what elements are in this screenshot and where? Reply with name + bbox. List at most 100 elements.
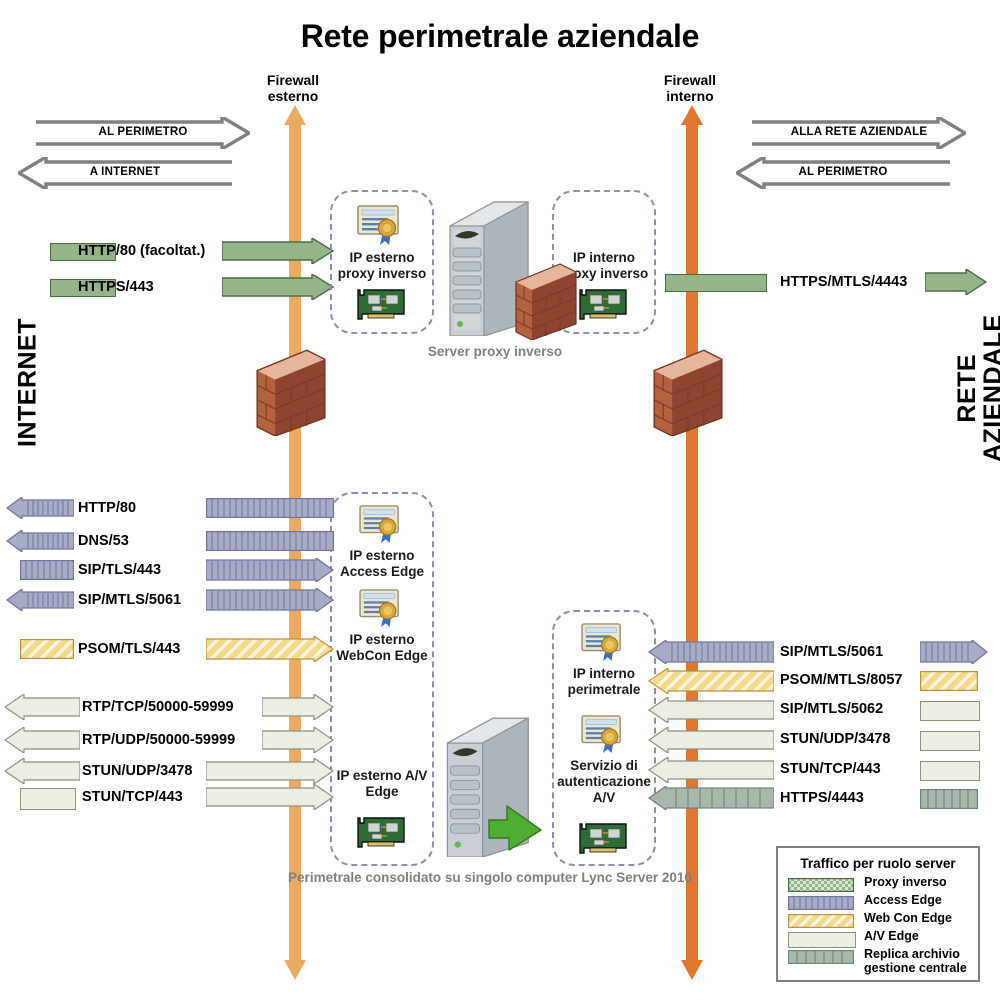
legend-title: Traffico per ruolo server xyxy=(800,856,956,871)
label-dns-53: DNS/53 xyxy=(78,533,129,549)
arrow-alla-rete-aziendale-label: ALLA RETE AZIENDALE xyxy=(790,126,928,138)
swatch-psom-tls-443 xyxy=(20,639,74,659)
firewall-brick-interno-icon xyxy=(649,348,727,441)
green-arrow-icon xyxy=(487,800,543,859)
certificate-icon xyxy=(580,714,626,759)
legend-label-replica: Replica archivio gestione centrale xyxy=(864,947,967,975)
legend-item-access-edge: Access Edge xyxy=(788,893,970,912)
network-card-icon xyxy=(354,816,406,855)
arrow-al-perimetro-right: AL PERIMETRO xyxy=(733,154,950,192)
zone-label-servizio-autenticazione-av: Servizio di autenticazione A/V xyxy=(557,758,651,806)
legend-label-av-edge: A/V Edge xyxy=(864,929,919,943)
label-stun-tcp-443-right: STUN/TCP/443 xyxy=(780,761,881,777)
certificate-icon xyxy=(580,622,626,667)
endbar-stun-udp-3478 xyxy=(920,731,980,751)
swatch-rtp-udp xyxy=(3,725,81,755)
bar-https-4443 xyxy=(647,784,775,812)
bar-https-mtls-4443-right xyxy=(924,267,988,297)
zone-edge-esterno: IP esterno Access Edge IP esterno WebCon… xyxy=(330,492,434,866)
endbar-https-4443 xyxy=(920,789,978,809)
label-sip-mtls-5061-right: SIP/MTLS/5061 xyxy=(780,644,884,660)
side-label-internet: INTERNET xyxy=(13,318,42,447)
zone-label-ip-esterno-av-edge: IP esterno A/V Edge xyxy=(336,768,428,800)
diagram-canvas: Rete perimetrale aziendale INTERNET RETE… xyxy=(0,0,1000,1000)
swatch-dns-53 xyxy=(5,528,75,554)
legend-label-access-edge: Access Edge xyxy=(864,893,942,907)
caption-edge-server: Perimetrale consolidato su singolo compu… xyxy=(288,870,692,885)
zone-edge-interno: IP interno perimetrale Servizio di auten… xyxy=(552,610,656,866)
legend: Traffico per ruolo server Proxy inverso xyxy=(776,846,980,982)
firewall-interno-label: Firewall interno xyxy=(663,72,717,105)
zone-label-ip-esterno-proxy-inverso: IP esterno proxy inverso xyxy=(337,250,427,282)
network-card-icon xyxy=(576,288,628,327)
bar-psom-mtls-8057 xyxy=(647,666,775,696)
swatch-sip-mtls-5061 xyxy=(5,587,75,613)
network-card-icon xyxy=(354,288,406,327)
bar-sip-tls-443 xyxy=(205,556,335,584)
bar-sip-mtls-5061 xyxy=(205,586,335,614)
caption-reverse-proxy-server: Server proxy inverso xyxy=(427,344,563,359)
label-sip-tls-443: SIP/TLS/443 xyxy=(78,562,162,578)
label-stun-udp: STUN/UDP/3478 xyxy=(82,763,193,779)
label-stun-tcp: STUN/TCP/443 xyxy=(82,789,183,805)
label-sip-mtls-5061: SIP/MTLS/5061 xyxy=(78,592,182,608)
swatch-http-80 xyxy=(5,495,75,521)
label-https-443: HTTPS/443 xyxy=(78,279,154,295)
legend-swatch-replica xyxy=(788,950,855,965)
zone-label-ip-esterno-webcon-edge: IP esterno WebCon Edge xyxy=(336,632,428,664)
zone-label-ip-esterno-access-edge: IP esterno Access Edge xyxy=(339,548,425,580)
arrow-al-perimetro-left-label: AL PERIMETRO xyxy=(98,126,188,138)
legend-item-av-edge: A/V Edge xyxy=(788,929,970,948)
side-label-rete-aziendale: RETE AZIENDALE xyxy=(952,314,1000,463)
arrow-alla-rete-aziendale: ALLA RETE AZIENDALE xyxy=(752,114,969,152)
legend-swatch-access-edge xyxy=(788,896,855,911)
bar-https-mtls-4443-left xyxy=(665,274,767,292)
firewall-esterno-label: Firewall esterno xyxy=(266,72,320,105)
arrow-al-perimetro-right-label: AL PERIMETRO xyxy=(798,166,888,178)
certificate-icon xyxy=(358,588,404,633)
arrow-a-internet-left: A INTERNET xyxy=(15,154,232,192)
swatch-stun-udp xyxy=(3,756,81,786)
label-rtp-udp: RTP/UDP/50000-59999 xyxy=(82,732,236,748)
endbar-stun-tcp-443 xyxy=(920,761,980,781)
legend-swatch-web-con-edge xyxy=(788,914,855,929)
legend-label-proxy-inverso: Proxy inverso xyxy=(864,875,947,889)
label-stun-udp-3478-right: STUN/UDP/3478 xyxy=(780,731,891,747)
legend-item-replica: Replica archivio gestione centrale xyxy=(788,947,970,976)
label-http-80-facoltat: HTTP/80 (facoltat.) xyxy=(78,243,206,259)
label-https-4443: HTTPS/4443 xyxy=(780,790,864,806)
bar-http-80-facoltat xyxy=(221,236,335,266)
bar-stun-tcp xyxy=(205,782,335,812)
endbar-psom-mtls-8057 xyxy=(920,671,978,691)
arrow-a-internet-left-label: A INTERNET xyxy=(89,166,161,178)
firewall-brick-icon xyxy=(512,262,580,345)
label-http-80: HTTP/80 xyxy=(78,500,137,516)
legend-label-web-con-edge: Web Con Edge xyxy=(864,911,952,925)
bar-sip-mtls-5061-right xyxy=(647,638,775,666)
bar-stun-udp-3478-right xyxy=(647,725,775,755)
certificate-icon xyxy=(356,204,404,251)
bar-stun-tcp-443-right xyxy=(647,755,775,785)
zone-label-ip-interno-perimetrale: IP interno perimetrale xyxy=(567,666,641,698)
label-https-mtls-4443: HTTPS/MTLS/4443 xyxy=(780,274,908,290)
bar-dns-53 xyxy=(206,531,335,551)
bar-rtp-tcp xyxy=(261,692,335,722)
swatch-stun-tcp xyxy=(20,788,76,810)
page-title: Rete perimetrale aziendale xyxy=(300,18,700,54)
bar-psom-tls-443 xyxy=(205,634,335,664)
legend-swatch-proxy-inverso xyxy=(788,878,855,893)
bar-stun-udp xyxy=(205,756,335,786)
label-sip-mtls-5062: SIP/MTLS/5062 xyxy=(780,701,884,717)
endbar-sip-mtls-5062 xyxy=(920,701,980,721)
bar-http-80 xyxy=(206,498,335,518)
bar-https-443 xyxy=(221,272,335,302)
label-rtp-tcp: RTP/TCP/50000-59999 xyxy=(82,699,234,715)
label-psom-tls-443: PSOM/TLS/443 xyxy=(78,641,181,657)
bar-sip-mtls-5062 xyxy=(647,695,775,725)
bar-rtp-udp xyxy=(261,725,335,755)
label-psom-mtls-8057: PSOM/MTLS/8057 xyxy=(780,672,903,688)
swatch-sip-tls-443 xyxy=(20,560,74,580)
zone-ip-esterno-proxy-inverso: IP esterno proxy inverso xyxy=(330,190,434,334)
arrow-al-perimetro-left: AL PERIMETRO xyxy=(36,114,253,152)
legend-swatch-av-edge xyxy=(788,932,856,948)
